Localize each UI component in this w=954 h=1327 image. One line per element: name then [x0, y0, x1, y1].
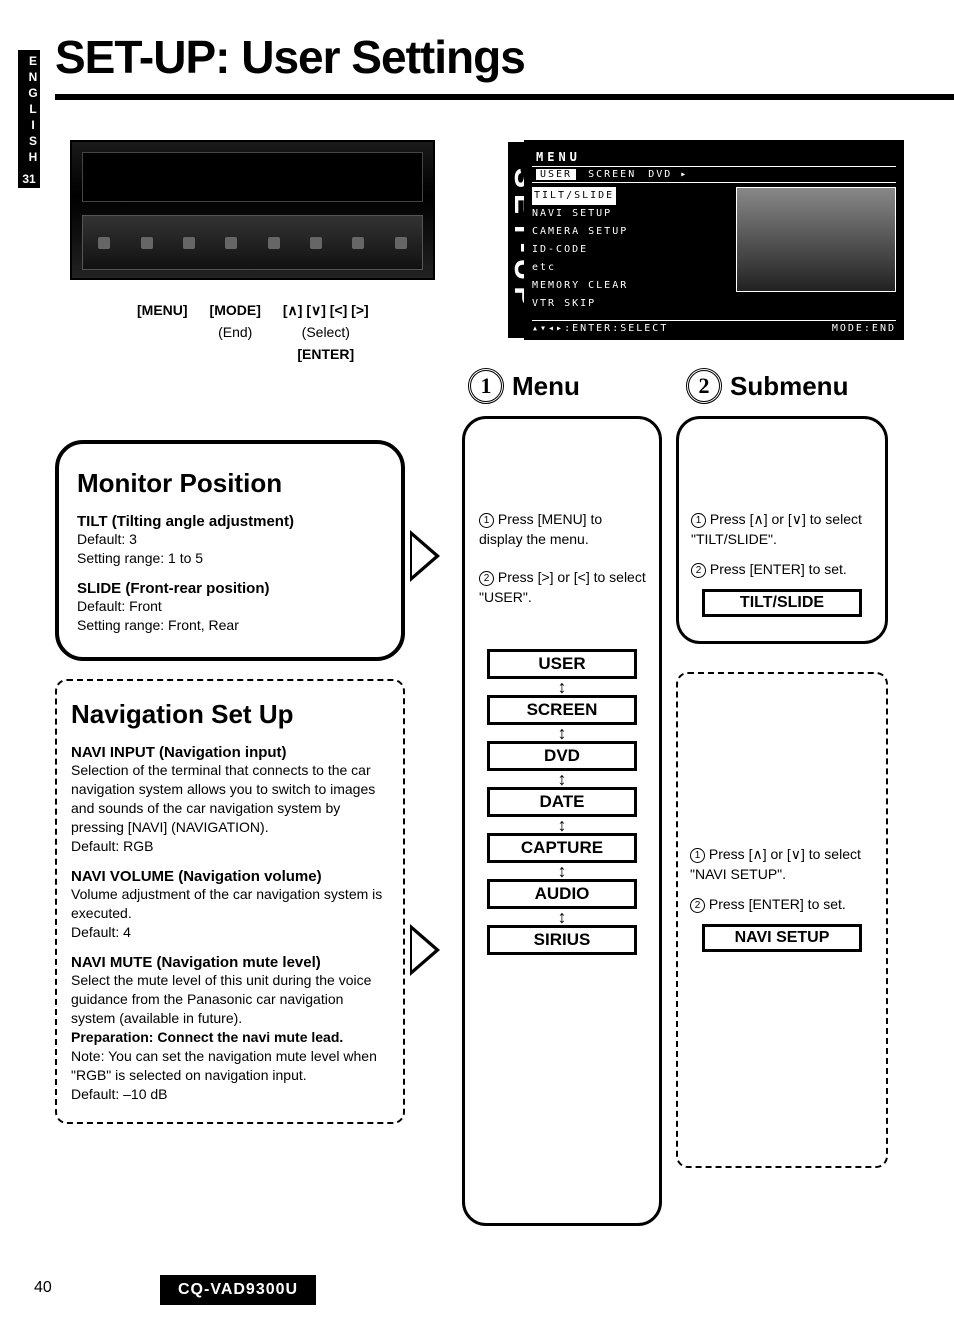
double-arrow-icon: ↕ — [475, 773, 649, 785]
menu-item: etc — [532, 259, 728, 277]
circled-number-2: 2 — [686, 368, 722, 404]
menu-step: SIRIUS — [487, 925, 637, 955]
manual-page: ENGLISH 31 SET-UP: User Settings [MENU] … — [0, 0, 954, 1327]
section-heading: Monitor Position — [77, 468, 383, 499]
title-rule — [55, 94, 954, 100]
model-badge: CQ-VAD9300U — [160, 1275, 316, 1305]
pointer-triangle-icon — [410, 530, 440, 582]
submenu-selection: NAVI SETUP — [702, 924, 862, 952]
menu-item: MEMORY CLEAR — [532, 277, 728, 295]
menu-tab: SCREEN — [588, 169, 636, 180]
menu-step: CAPTURE — [487, 833, 637, 863]
double-arrow-icon: ↕ — [475, 681, 649, 693]
submenu-column: 1 Press [∧] or [∨] to select "TILT/SLIDE… — [676, 416, 888, 1196]
menu-step: AUDIO — [487, 879, 637, 909]
submenu-selection: TILT/SLIDE — [702, 589, 862, 617]
step-1-label: 1 Menu — [468, 368, 580, 404]
preview-pane — [736, 187, 896, 292]
monitor-position-box: Monitor Position TILT (Tilting angle adj… — [55, 440, 405, 661]
button-labels: [MENU] [MODE] [∧] [∨] [<] [>] (End) (Sel… — [125, 298, 381, 366]
menu-step: SCREEN — [487, 695, 637, 725]
section-heading: Navigation Set Up — [71, 699, 389, 730]
navigation-setup-box: Navigation Set Up NAVI INPUT (Navigation… — [55, 679, 405, 1124]
menu-step: DATE — [487, 787, 637, 817]
pointer-triangle-icon — [410, 924, 440, 976]
menu-screenshot: MENU USER SCREEN DVD ▸ TILT/SLIDE NAVI S… — [524, 140, 904, 340]
menu-footer-right: MODE:END — [832, 323, 896, 334]
language-tab: ENGLISH — [18, 50, 40, 170]
menu-tab-selected: USER — [536, 169, 576, 180]
menu-footer-left: ▴▾◂▸:ENTER:SELECT — [532, 323, 668, 334]
menu-highlight: TILT/SLIDE — [532, 187, 616, 205]
double-arrow-icon: ↕ — [475, 911, 649, 923]
double-arrow-icon: ↕ — [475, 727, 649, 739]
menu-step: DVD — [487, 741, 637, 771]
menu-title: MENU — [532, 148, 896, 167]
submenu-navi-box: 1 Press [∧] or [∨] to select "NAVI SETUP… — [676, 672, 888, 1168]
menu-item: NAVI SETUP — [532, 205, 728, 223]
menu-item: VTR SKIP — [532, 295, 728, 313]
double-arrow-icon: ↕ — [475, 865, 649, 877]
language-page-number: 31 — [18, 170, 40, 188]
submenu-tilt-box: 1 Press [∧] or [∨] to select "TILT/SLIDE… — [676, 416, 888, 644]
menu-item: ID-CODE — [532, 241, 728, 259]
step-2-label: 2 Submenu — [686, 368, 848, 404]
menu-tab: DVD ▸ — [648, 169, 688, 180]
double-arrow-icon: ↕ — [475, 819, 649, 831]
circled-number-1: 1 — [468, 368, 504, 404]
menu-item: CAMERA SETUP — [532, 223, 728, 241]
page-number: 40 — [34, 1279, 52, 1297]
settings-column: Monitor Position TILT (Tilting angle adj… — [55, 440, 405, 1124]
menu-flow-box: 1 Press [MENU] to display the menu. 2 Pr… — [462, 416, 662, 1226]
device-illustration — [70, 140, 435, 280]
menu-step: USER — [487, 649, 637, 679]
page-title: SET-UP: User Settings — [55, 30, 525, 84]
